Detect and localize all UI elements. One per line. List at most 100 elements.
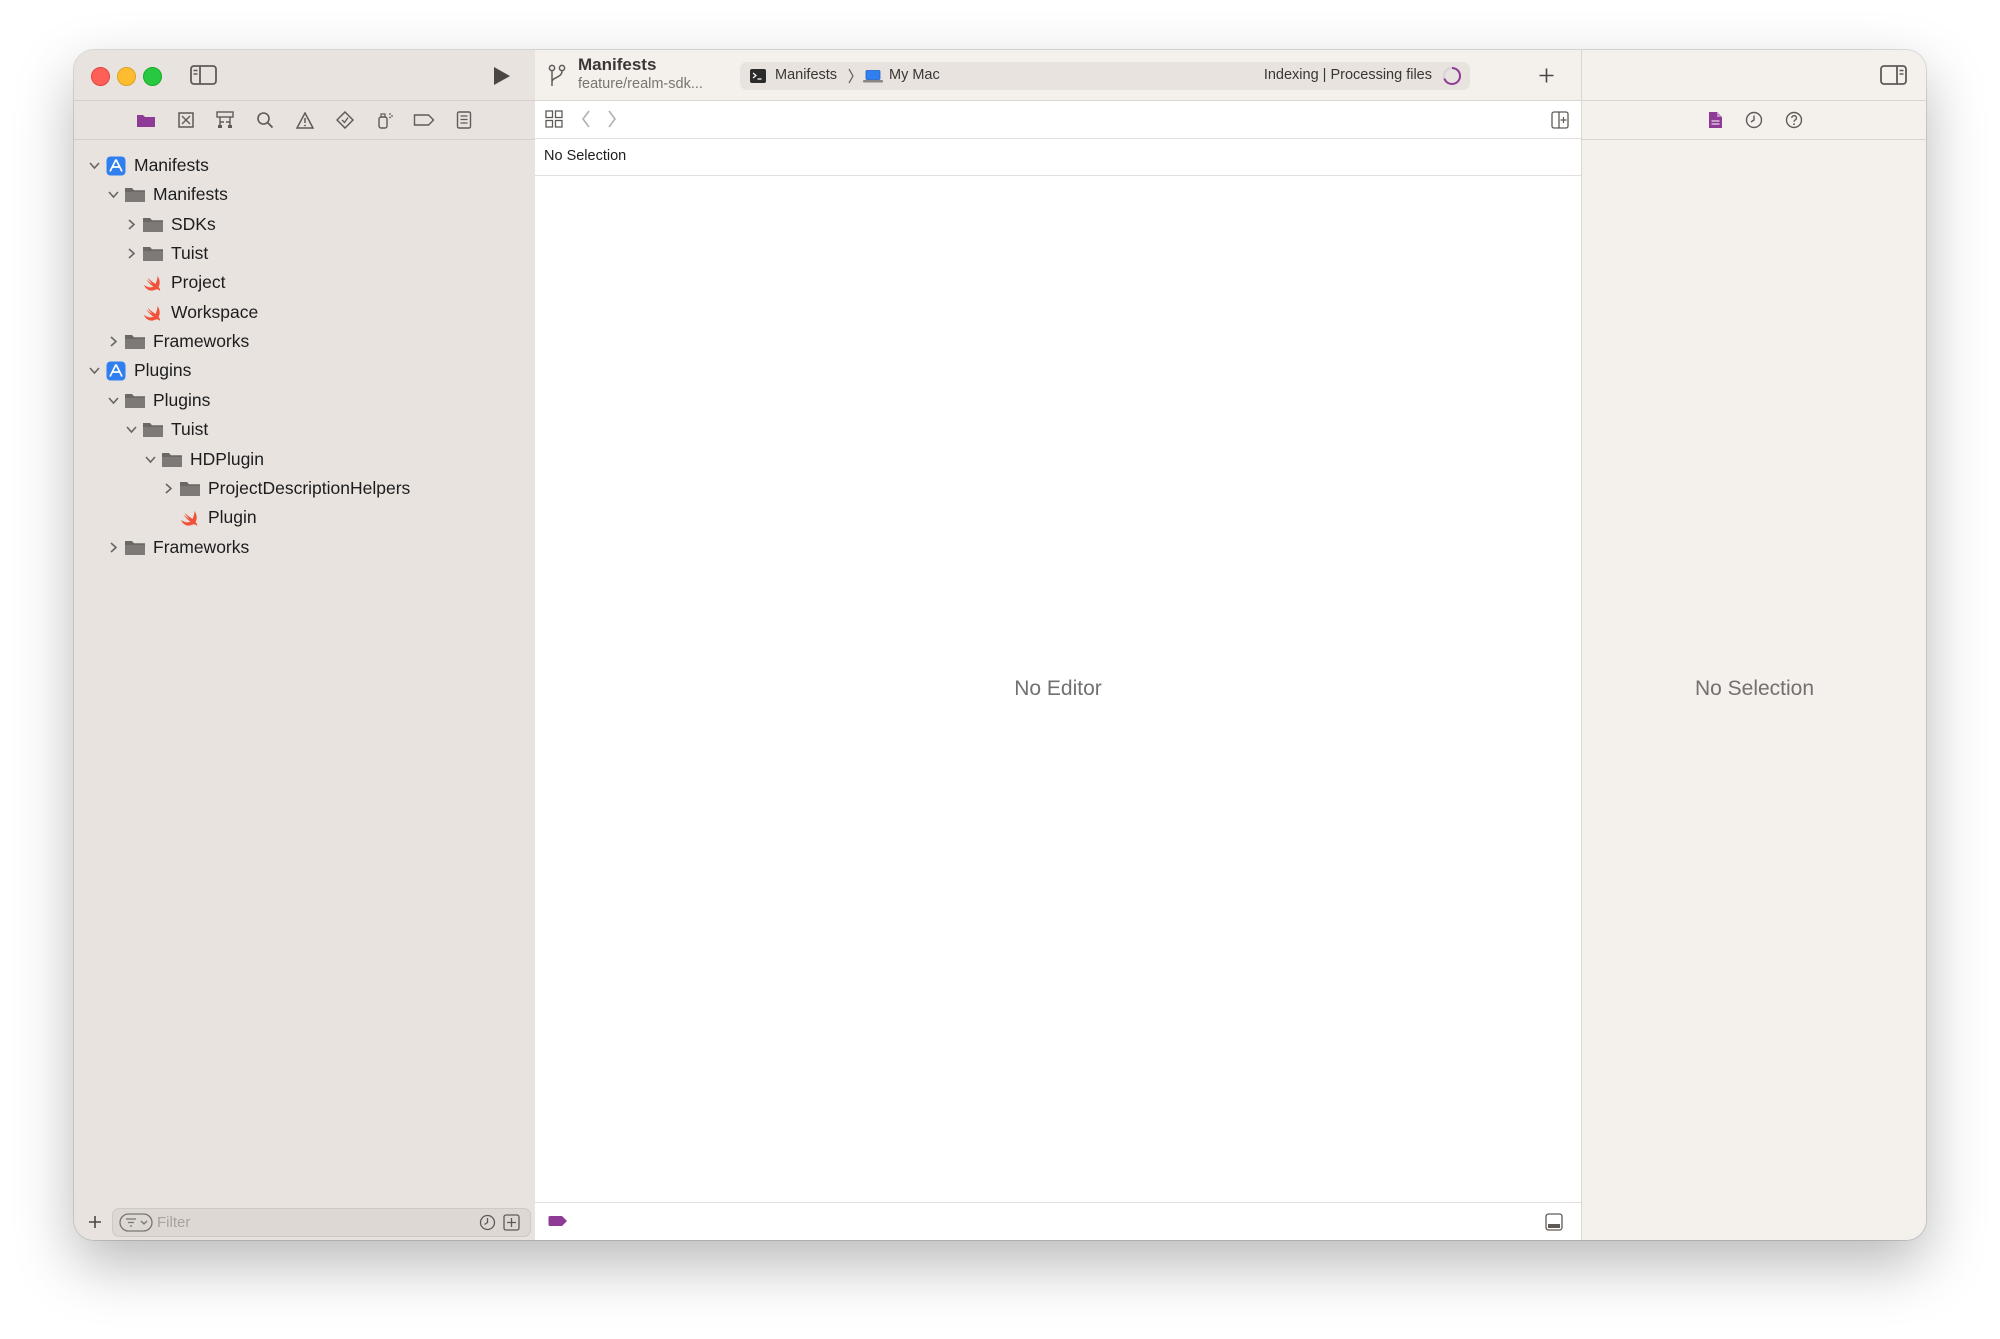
toolbar: Manifests feature/realm-sdk... Manifests… bbox=[535, 50, 1581, 101]
source-control-navigator-tab[interactable] bbox=[175, 109, 197, 131]
related-items-button[interactable] bbox=[544, 109, 564, 129]
branch-icon bbox=[548, 64, 566, 86]
find-navigator-tab[interactable] bbox=[254, 109, 276, 131]
disclosure-triangle[interactable] bbox=[142, 452, 158, 468]
navigate-forward-button[interactable] bbox=[605, 109, 619, 129]
swift-icon bbox=[144, 305, 161, 321]
tree-row-label: Frameworks bbox=[153, 331, 250, 351]
breakpoint-icon bbox=[413, 114, 435, 126]
disclosure-triangle[interactable] bbox=[105, 334, 121, 350]
filter-placeholder: Filter bbox=[157, 1214, 191, 1231]
toggle-inspector-button[interactable] bbox=[1878, 62, 1908, 88]
folder-icon bbox=[123, 185, 147, 205]
chevron-right-icon bbox=[164, 483, 172, 494]
close-window-button[interactable] bbox=[91, 67, 110, 86]
disclosure-triangle[interactable] bbox=[105, 540, 121, 556]
recent-files-icon[interactable] bbox=[479, 1214, 496, 1231]
no-editor-message: No Editor bbox=[1014, 677, 1102, 700]
folder-icon bbox=[123, 332, 147, 352]
symbol-navigator-tab[interactable] bbox=[214, 109, 236, 131]
disclosure-triangle[interactable] bbox=[160, 481, 176, 497]
disclosure-triangle[interactable] bbox=[86, 158, 102, 174]
folder-icon bbox=[125, 394, 145, 408]
play-icon bbox=[494, 67, 510, 85]
plus-icon bbox=[1539, 68, 1553, 82]
tree-row[interactable]: Tuist bbox=[123, 239, 208, 268]
tree-row[interactable]: ProjectDescriptionHelpers bbox=[160, 474, 410, 503]
tree-row[interactable]: HDPlugin bbox=[142, 445, 264, 474]
inspector-tab-bar bbox=[1582, 100, 1926, 140]
run-button[interactable] bbox=[488, 63, 516, 89]
diamond-icon bbox=[336, 111, 354, 129]
run-target[interactable]: Manifests bbox=[775, 67, 837, 83]
sidebar-right-icon bbox=[1879, 65, 1907, 85]
source-control-filter-icon[interactable] bbox=[503, 1214, 520, 1231]
project-icon bbox=[106, 361, 126, 380]
minimize-window-button[interactable] bbox=[117, 67, 136, 86]
folder-icon bbox=[123, 538, 147, 558]
issue-navigator-tab[interactable] bbox=[294, 109, 316, 131]
tree-row-label: Manifests bbox=[134, 155, 209, 175]
tree-row[interactable]: Manifests bbox=[86, 151, 209, 180]
disclosure-triangle[interactable] bbox=[123, 422, 139, 438]
scheme-title[interactable]: Manifests bbox=[578, 55, 656, 75]
tree-row[interactable]: Frameworks bbox=[105, 533, 249, 562]
no-selection-message: No Selection bbox=[1694, 677, 1815, 700]
history-inspector-tab[interactable] bbox=[1743, 109, 1765, 131]
xcode-window: Manifests Manifests SDKs Tuist Project Worksp… bbox=[74, 50, 1926, 1240]
quick-help-inspector-tab[interactable] bbox=[1783, 109, 1805, 131]
folder-icon bbox=[143, 218, 163, 232]
folder-icon bbox=[141, 215, 165, 235]
run-destination[interactable]: My Mac bbox=[889, 67, 940, 83]
filter-field[interactable]: Filter bbox=[112, 1208, 531, 1237]
tree-row[interactable]: Workspace bbox=[123, 298, 258, 327]
folder-icon bbox=[125, 188, 145, 202]
disclosure-triangle[interactable] bbox=[123, 217, 139, 233]
project-icon bbox=[104, 361, 128, 381]
warning-icon bbox=[296, 111, 314, 129]
disclosure-triangle[interactable] bbox=[105, 393, 121, 409]
disclosure-triangle[interactable] bbox=[105, 187, 121, 203]
test-navigator-tab[interactable] bbox=[334, 109, 356, 131]
branch-label[interactable]: feature/realm-sdk... bbox=[578, 76, 703, 92]
tree-row-label: Workspace bbox=[171, 302, 259, 322]
zoom-window-button[interactable] bbox=[143, 67, 162, 86]
chevron-right-icon bbox=[127, 248, 135, 259]
tree-row[interactable]: Plugin bbox=[160, 503, 257, 532]
breakpoint-toggle-icon[interactable] bbox=[548, 1215, 568, 1227]
plus-icon bbox=[89, 1216, 101, 1228]
swift-icon bbox=[144, 275, 161, 291]
source-control-icon bbox=[178, 112, 194, 128]
spray-can-icon bbox=[378, 113, 393, 129]
debug-bar bbox=[535, 1202, 1581, 1240]
hierarchy-icon bbox=[216, 111, 234, 128]
navigate-back-button[interactable] bbox=[579, 109, 593, 129]
tree-row[interactable]: Project bbox=[123, 268, 225, 297]
breakpoint-navigator-tab[interactable] bbox=[413, 109, 435, 131]
swift-file-icon bbox=[141, 303, 165, 323]
show-debug-area-icon[interactable] bbox=[1545, 1213, 1563, 1231]
tree-row[interactable]: Manifests bbox=[105, 180, 228, 209]
tree-row-label: ProjectDescriptionHelpers bbox=[208, 478, 411, 498]
tree-row[interactable]: SDKs bbox=[123, 210, 216, 239]
add-editor-button[interactable] bbox=[1550, 110, 1570, 130]
chevron-down-icon bbox=[144, 456, 156, 464]
tree-row[interactable]: Plugins bbox=[86, 356, 191, 385]
disclosure-triangle[interactable] bbox=[86, 363, 102, 379]
navigator-pane: Manifests Manifests SDKs Tuist Project Worksp… bbox=[74, 50, 536, 1240]
inspector-pane: No Selection bbox=[1581, 50, 1926, 1240]
report-navigator-tab[interactable] bbox=[453, 109, 475, 131]
tree-row[interactable]: Frameworks bbox=[105, 327, 249, 356]
add-file-button[interactable] bbox=[84, 1211, 106, 1233]
folder-icon bbox=[125, 541, 145, 555]
toggle-navigator-button[interactable] bbox=[188, 63, 218, 87]
tree-row[interactable]: Plugins bbox=[105, 386, 210, 415]
tree-row[interactable]: Tuist bbox=[123, 415, 208, 444]
file-inspector-tab[interactable] bbox=[1704, 109, 1726, 131]
tree-row-label: Tuist bbox=[171, 419, 209, 439]
project-icon bbox=[106, 156, 126, 175]
debug-navigator-tab[interactable] bbox=[374, 109, 396, 131]
add-library-button[interactable] bbox=[1535, 64, 1557, 86]
project-navigator-tab[interactable] bbox=[135, 109, 157, 131]
disclosure-triangle[interactable] bbox=[123, 246, 139, 262]
